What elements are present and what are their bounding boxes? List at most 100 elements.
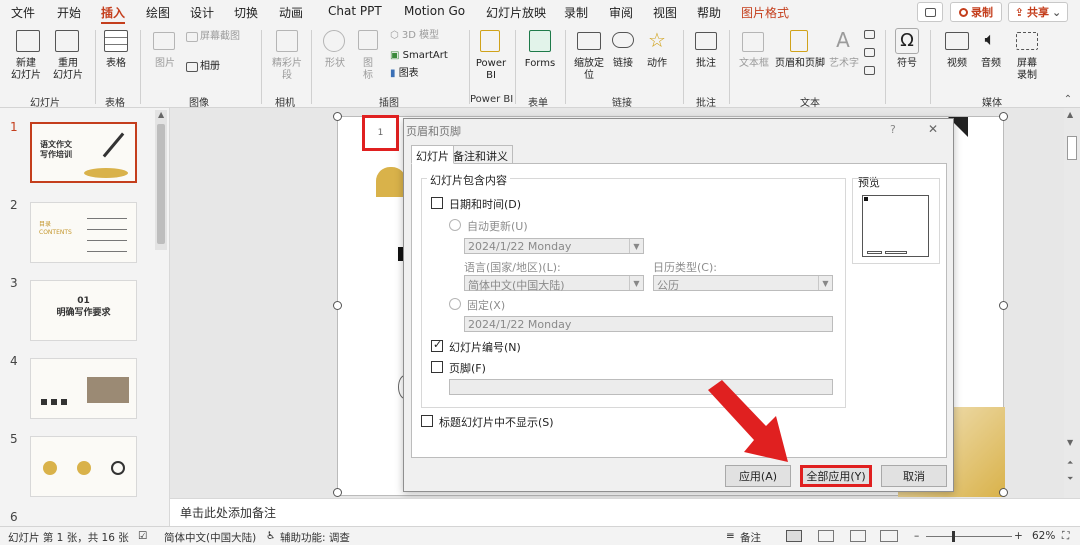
slide-number-placeholder[interactable]: 1 bbox=[362, 115, 399, 151]
picture-button[interactable]: 图片 bbox=[150, 58, 180, 70]
close-icon[interactable]: ✕ bbox=[928, 122, 938, 136]
auto-date-select[interactable]: 2024/1/22 Monday ▼ bbox=[464, 238, 644, 254]
notes-pane[interactable]: 单击此处添加备注 bbox=[170, 498, 1080, 526]
slide-thumbnail-5[interactable] bbox=[30, 436, 137, 497]
icons-button[interactable]: 图 标 bbox=[355, 58, 381, 82]
zoom-slider-thumb[interactable] bbox=[952, 531, 955, 542]
symbol-button[interactable]: 符号 bbox=[892, 58, 922, 70]
screenshot-button[interactable]: 屏幕截图 bbox=[200, 31, 248, 43]
tab-notes-handouts[interactable]: 备注和讲义 bbox=[448, 145, 513, 164]
fixed-radio[interactable] bbox=[449, 298, 461, 310]
audio-button[interactable]: 音频 bbox=[975, 58, 1007, 70]
auto-update-radio[interactable] bbox=[449, 219, 461, 231]
forms-button[interactable]: Forms bbox=[520, 58, 560, 70]
menu-help[interactable]: 帮助 bbox=[697, 4, 721, 21]
canvas-scrollbar[interactable]: ▲ ▼ ⏶ ⏷ bbox=[1064, 108, 1080, 498]
fit-slide-icon[interactable]: ⛶ bbox=[1062, 530, 1069, 543]
zoom-button[interactable]: 缩放定 位 bbox=[570, 58, 608, 82]
scroll-down-icon[interactable]: ▼ bbox=[1067, 438, 1073, 447]
reuse-slide-button[interactable]: 重用 幻灯片 bbox=[48, 58, 88, 82]
menu-animations[interactable]: 动画 bbox=[279, 4, 303, 21]
cancel-button[interactable]: 取消 bbox=[881, 465, 947, 487]
language-select[interactable]: 简体中文(中国大陆) ▼ bbox=[464, 275, 644, 292]
menu-record[interactable]: 录制 bbox=[564, 4, 588, 21]
chart-button[interactable]: ▮ 图表 bbox=[390, 68, 450, 80]
resize-handle[interactable] bbox=[333, 112, 342, 121]
slide-thumbnail-1[interactable]: 语文作文 写作培训 bbox=[30, 122, 137, 183]
comment-button[interactable]: 批注 bbox=[690, 58, 722, 70]
menu-draw[interactable]: 绘图 bbox=[146, 4, 170, 21]
menu-review[interactable]: 审阅 bbox=[609, 4, 633, 21]
textbox-button[interactable]: 文本框 bbox=[737, 58, 771, 70]
action-button[interactable]: 动作 bbox=[642, 58, 672, 70]
tab-slide[interactable]: 幻灯片 bbox=[411, 145, 454, 164]
menu-insert[interactable]: 插入 bbox=[101, 4, 126, 25]
prev-slide-icon[interactable]: ⏶ bbox=[1067, 458, 1073, 468]
resize-handle[interactable] bbox=[333, 301, 342, 310]
header-footer-button[interactable]: 页眉和页脚 bbox=[772, 58, 828, 70]
menu-picture-format[interactable]: 图片格式 bbox=[741, 4, 789, 21]
collapse-ribbon-icon[interactable]: ⌃ bbox=[1062, 94, 1074, 106]
zoom-in-icon[interactable]: + bbox=[1014, 530, 1023, 542]
menu-home[interactable]: 开始 bbox=[57, 4, 81, 21]
menu-transitions[interactable]: 切换 bbox=[234, 4, 258, 21]
zoom-level[interactable]: 62% bbox=[1032, 530, 1055, 542]
next-slide-icon[interactable]: ⏷ bbox=[1067, 474, 1073, 484]
screen-record-button[interactable]: 屏幕 录制 bbox=[1010, 58, 1044, 82]
accessibility-status[interactable]: 辅助功能: 调查 bbox=[280, 530, 350, 545]
menu-design[interactable]: 设计 bbox=[190, 4, 214, 21]
shapes-button[interactable]: 形状 bbox=[320, 58, 350, 70]
menu-chatppt[interactable]: Chat PPT bbox=[328, 4, 382, 18]
share-button[interactable]: ⇪ 共享 ⌄ bbox=[1008, 2, 1068, 22]
small-text-icon-3[interactable] bbox=[864, 66, 875, 75]
apply-all-button[interactable]: 全部应用(Y) bbox=[800, 465, 872, 487]
help-button[interactable]: ? bbox=[890, 123, 896, 136]
slide-thumbnail-2[interactable]: 目录 CONTENTS bbox=[30, 202, 137, 263]
resize-handle[interactable] bbox=[999, 488, 1008, 497]
menu-file[interactable]: 文件 bbox=[11, 4, 35, 21]
cameo-button[interactable]: 精彩片 段 bbox=[268, 58, 306, 82]
wordart-button[interactable]: 艺术字 bbox=[828, 58, 860, 70]
thumb-scrollbar[interactable]: ▲ bbox=[155, 110, 167, 250]
normal-view-icon[interactable] bbox=[786, 530, 802, 542]
slide-thumbnail-4[interactable] bbox=[30, 358, 137, 419]
calendar-select[interactable]: 公历 ▼ bbox=[653, 275, 833, 292]
scroll-thumb[interactable] bbox=[157, 124, 165, 244]
slide-thumbnail-3[interactable]: 01 明确写作要求 bbox=[30, 280, 137, 341]
small-text-icon-1[interactable] bbox=[864, 30, 875, 39]
zoom-out-icon[interactable]: – bbox=[914, 530, 919, 542]
album-button[interactable]: 相册 bbox=[200, 61, 240, 73]
apply-button[interactable]: 应用(A) bbox=[725, 465, 791, 487]
scroll-thumb[interactable] bbox=[1067, 136, 1077, 160]
video-button[interactable]: 视频 bbox=[940, 58, 974, 70]
menu-view[interactable]: 视图 bbox=[653, 4, 677, 21]
hide-on-title-checkbox[interactable] bbox=[421, 415, 433, 427]
spellcheck-icon[interactable]: ☑ bbox=[138, 530, 147, 542]
scroll-up-icon[interactable]: ▲ bbox=[1067, 110, 1073, 119]
date-time-checkbox[interactable] bbox=[431, 197, 443, 209]
table-button[interactable]: 表格 bbox=[100, 58, 132, 70]
sorter-view-icon[interactable] bbox=[818, 530, 834, 542]
resize-handle[interactable] bbox=[999, 301, 1008, 310]
language-status[interactable]: 简体中文(中国大陆) bbox=[164, 530, 256, 545]
footer-checkbox[interactable] bbox=[431, 361, 443, 373]
smartart-button[interactable]: ▣ SmartArt bbox=[390, 50, 460, 62]
new-slide-button[interactable]: 新建 幻灯片 bbox=[6, 58, 46, 82]
menu-slideshow[interactable]: 幻灯片放映 bbox=[486, 4, 546, 21]
resize-handle[interactable] bbox=[333, 488, 342, 497]
zoom-slider[interactable] bbox=[926, 536, 1012, 537]
comments-button[interactable] bbox=[917, 2, 943, 22]
reading-view-icon[interactable] bbox=[850, 530, 866, 542]
slideshow-view-icon[interactable] bbox=[880, 530, 898, 542]
scroll-up-icon[interactable]: ▲ bbox=[158, 110, 164, 119]
small-text-icon-2[interactable] bbox=[864, 48, 875, 57]
notes-toggle[interactable]: 备注 bbox=[740, 530, 761, 545]
slide-number-checkbox[interactable]: ✓ bbox=[431, 338, 443, 352]
model3d-button[interactable]: ⬡ 3D 模型 bbox=[390, 30, 450, 42]
menu-motiongo[interactable]: Motion Go bbox=[404, 4, 465, 18]
record-button[interactable]: 录制 bbox=[950, 2, 1002, 22]
powerbi-button[interactable]: Power BI bbox=[474, 58, 508, 82]
fixed-date-input[interactable]: 2024/1/22 Monday bbox=[464, 316, 833, 332]
link-button[interactable]: 链接 bbox=[608, 58, 638, 70]
resize-handle[interactable] bbox=[999, 112, 1008, 121]
